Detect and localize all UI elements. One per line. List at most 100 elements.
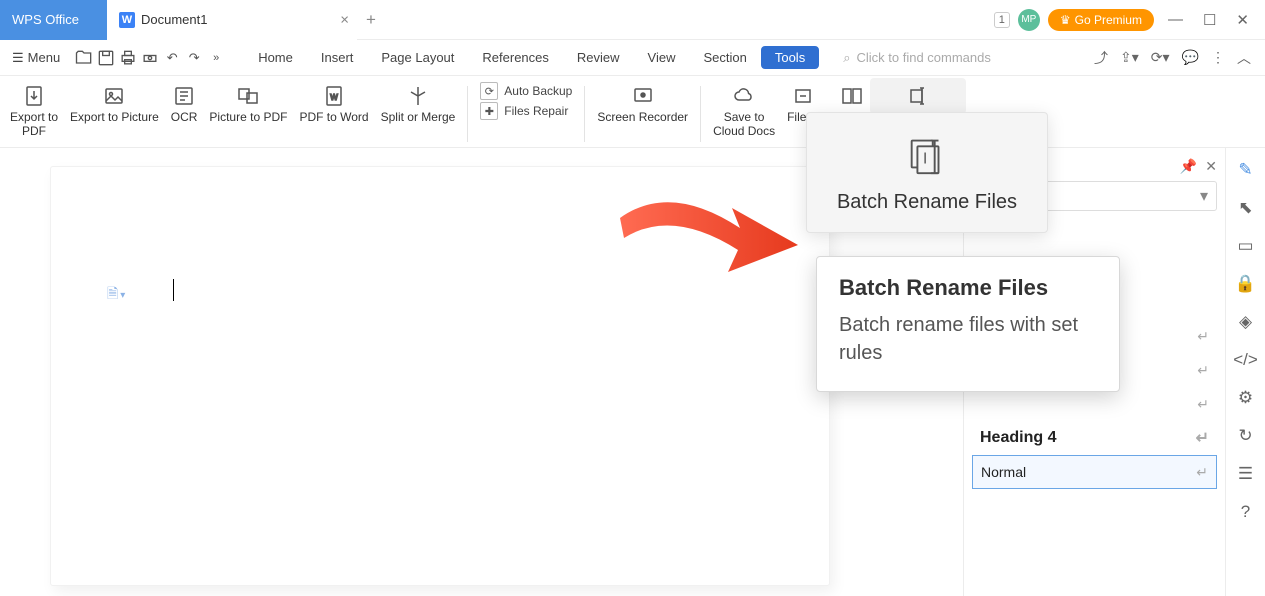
menu-tabs: Home Insert Page Layout References Revie… <box>244 46 819 69</box>
tab-home[interactable]: Home <box>244 46 307 69</box>
open-icon[interactable] <box>74 48 94 68</box>
export-pdf-icon <box>22 82 46 110</box>
svg-text:I: I <box>923 151 927 168</box>
close-window-button[interactable]: ✕ <box>1230 11 1255 29</box>
undo-icon[interactable]: ↶ <box>162 48 182 68</box>
shape-tool-icon[interactable]: ▭ <box>1237 236 1253 256</box>
ribbon-compare-docs[interactable] <box>834 82 870 110</box>
ribbon-label: OCR <box>171 110 198 124</box>
go-premium-button[interactable]: ♛ Go Premium <box>1048 9 1154 31</box>
settings-sliders-icon[interactable]: ⚙ <box>1238 388 1253 408</box>
return-icon: ↵ <box>1197 328 1209 345</box>
chevron-down-icon: ▾ <box>1200 186 1208 206</box>
ribbon-label: PDF to Word <box>299 110 368 124</box>
screen-recorder-icon <box>631 82 655 110</box>
svg-text:W: W <box>330 93 338 102</box>
history-icon[interactable]: ↻ <box>1238 426 1252 446</box>
annotation-arrow <box>610 190 810 300</box>
ribbon-picture-to-pdf[interactable]: Picture to PDF <box>203 82 293 124</box>
ribbon-pdf-to-word[interactable]: W PDF to Word <box>293 82 374 124</box>
menubar-right: ⤴ ⇪▾ ⟳▾ 💬 ⋮ ︿ <box>1094 48 1265 68</box>
ribbon-files-repair[interactable]: ✚Files Repair <box>480 102 572 120</box>
maximize-button[interactable]: ☐ <box>1197 11 1222 29</box>
command-search[interactable]: ⌕ Click to find commands <box>843 50 991 66</box>
tab-review[interactable]: Review <box>563 46 634 69</box>
doc-w-icon: W <box>119 12 135 28</box>
search-placeholder: Click to find commands <box>856 50 990 65</box>
ribbon-auto-backup[interactable]: ⟳Auto Backup <box>480 82 572 100</box>
pdf-to-word-icon: W <box>322 82 346 110</box>
ribbon-label: Export to Picture <box>70 110 159 124</box>
lock-icon[interactable]: 🔒 <box>1235 274 1256 294</box>
style-row-heading4[interactable]: Heading 4↵ <box>972 421 1217 455</box>
menubar: ☰ Menu ↶ ↷ » Home Insert Page Layout Ref… <box>0 40 1265 76</box>
ribbon-export-pdf[interactable]: Export to PDF <box>4 82 64 139</box>
export-picture-icon <box>102 82 126 110</box>
minimize-button[interactable]: — <box>1162 11 1189 28</box>
print-icon[interactable] <box>118 48 138 68</box>
ribbon-label: Screen Recorder <box>597 110 688 124</box>
list-icon[interactable]: ☰ <box>1238 464 1253 484</box>
titlebar-right: 1 MP ♛ Go Premium — ☐ ✕ <box>994 9 1265 31</box>
ribbon-save-cloud[interactable]: Save to Cloud Docs <box>707 82 781 139</box>
share-icon[interactable]: ⇪▾ <box>1120 49 1139 66</box>
right-rail: ✎ ⬉ ▭ 🔒 ◈ </> ⚙ ↻ ☰ ? <box>1225 148 1265 596</box>
code-icon[interactable]: </> <box>1233 350 1258 370</box>
more-vert-icon[interactable]: ⋮ <box>1211 49 1225 66</box>
style-row-normal[interactable]: Normal↵ <box>972 455 1217 489</box>
edit-tool-icon[interactable]: ✎ <box>1238 160 1252 180</box>
highlight-icon[interactable]: ◈ <box>1239 312 1252 332</box>
user-avatar[interactable]: MP <box>1018 9 1040 31</box>
collapse-ribbon-icon[interactable]: ︿ <box>1237 48 1251 68</box>
return-icon: ↵ <box>1197 362 1209 379</box>
tab-references[interactable]: References <box>468 46 562 69</box>
tab-tools[interactable]: Tools <box>761 46 819 69</box>
picture-to-pdf-icon <box>236 82 260 110</box>
titlebar: WPS Office W Document1 × + 1 MP ♛ Go Pre… <box>0 0 1265 40</box>
app-tab[interactable]: WPS Office <box>0 0 107 40</box>
tab-view[interactable]: View <box>634 46 690 69</box>
ribbon-separator <box>700 86 701 142</box>
ribbon-batch-rename[interactable] <box>870 78 966 114</box>
menu-label: Menu <box>28 50 61 65</box>
tab-page-layout[interactable]: Page Layout <box>367 46 468 69</box>
search-icon: ⌕ <box>843 50 850 66</box>
add-tab-button[interactable]: + <box>357 10 385 30</box>
compare-icon <box>840 82 864 110</box>
quick-access-toolbar: ↶ ↷ » <box>68 48 232 68</box>
batch-rename-icon <box>906 82 930 110</box>
batch-rename-popover[interactable]: I Batch Rename Files <box>806 112 1048 233</box>
help-icon[interactable]: ? <box>1241 502 1250 522</box>
tab-insert[interactable]: Insert <box>307 46 368 69</box>
close-tab-icon[interactable]: × <box>340 11 349 28</box>
window-count-badge[interactable]: 1 <box>994 12 1010 28</box>
close-panel-icon[interactable]: ✕ <box>1205 158 1217 175</box>
document-tab[interactable]: W Document1 × <box>107 0 357 40</box>
section-marker-icon[interactable]: 🗎▾ <box>107 283 125 307</box>
sync-icon[interactable]: ⟳▾ <box>1151 49 1170 66</box>
pin-panel-icon[interactable]: 📌 <box>1180 158 1197 175</box>
style-label: Normal <box>981 464 1026 480</box>
hamburger-icon: ☰ <box>12 50 24 66</box>
print-preview-icon[interactable] <box>140 48 160 68</box>
split-merge-icon <box>406 82 430 110</box>
select-tool-icon[interactable]: ⬉ <box>1238 198 1252 218</box>
style-row[interactable]: ↵ <box>972 387 1217 421</box>
crown-icon: ♛ <box>1060 13 1071 27</box>
comments-icon[interactable]: 💬 <box>1182 49 1199 66</box>
menu-button[interactable]: ☰ Menu <box>6 50 66 66</box>
redo-icon[interactable]: ↷ <box>184 48 204 68</box>
ribbon-label: Save to Cloud Docs <box>713 110 775 139</box>
ocr-icon <box>172 82 196 110</box>
cloud-upload-icon[interactable]: ⤴ <box>1094 48 1108 68</box>
style-label: Heading 4 <box>980 429 1056 447</box>
return-icon: ↵ <box>1197 396 1209 413</box>
ribbon-ocr[interactable]: OCR <box>165 82 204 124</box>
tab-section[interactable]: Section <box>689 46 760 69</box>
tooltip-desc: Batch rename files with set rules <box>839 311 1097 367</box>
ribbon-screen-recorder[interactable]: Screen Recorder <box>591 82 694 124</box>
ribbon-export-picture[interactable]: Export to Picture <box>64 82 165 124</box>
ribbon-split-merge[interactable]: Split or Merge <box>375 82 462 124</box>
save-icon[interactable] <box>96 48 116 68</box>
qat-more-icon[interactable]: » <box>206 48 226 68</box>
